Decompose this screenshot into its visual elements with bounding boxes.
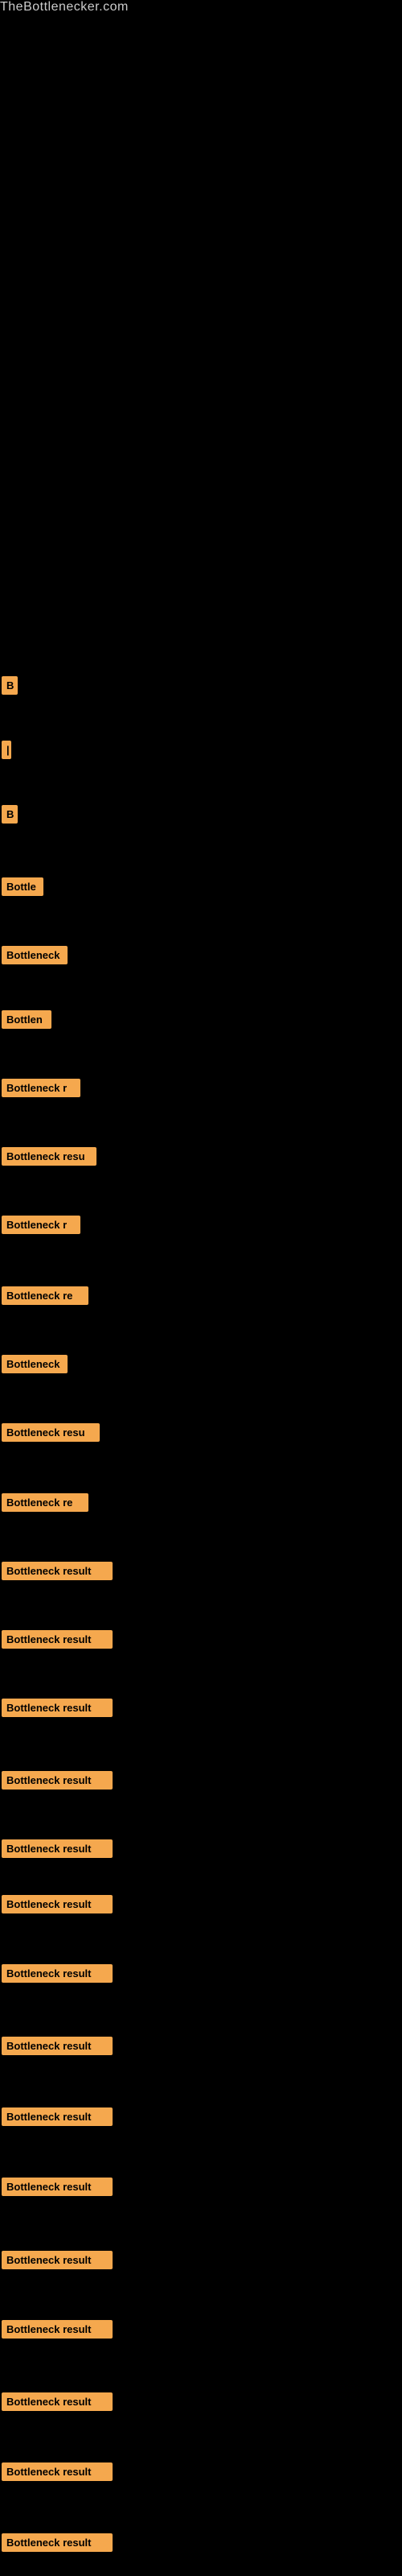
bottleneck-label-row-6: Bottlen [2, 1010, 51, 1033]
bottleneck-label-row-8: Bottleneck resu [2, 1147, 96, 1170]
bottleneck-label-7[interactable]: Bottleneck r [2, 1079, 80, 1097]
bottleneck-label-row-27: Bottleneck result [2, 2462, 113, 2485]
bottleneck-label-26[interactable]: Bottleneck result [2, 2392, 113, 2411]
bottleneck-label-18[interactable]: Bottleneck result [2, 1839, 113, 1858]
bottleneck-label-11[interactable]: Bottleneck [2, 1355, 68, 1373]
bottleneck-label-row-23: Bottleneck result [2, 2178, 113, 2200]
bottleneck-label-20[interactable]: Bottleneck result [2, 1964, 113, 1983]
bottleneck-label-row-14: Bottleneck result [2, 1562, 113, 1584]
bottleneck-label-row-28: Bottleneck result [2, 2533, 113, 2556]
bottleneck-label-5[interactable]: Bottleneck [2, 946, 68, 964]
bottleneck-label-16[interactable]: Bottleneck result [2, 1699, 113, 1717]
bottleneck-label-23[interactable]: Bottleneck result [2, 2178, 113, 2196]
bottleneck-label-row-17: Bottleneck result [2, 1771, 113, 1794]
bottleneck-label-row-22: Bottleneck result [2, 2107, 113, 2130]
bottleneck-label-19[interactable]: Bottleneck result [2, 1895, 113, 1913]
bottleneck-label-14[interactable]: Bottleneck result [2, 1562, 113, 1580]
bottleneck-label-row-24: Bottleneck result [2, 2251, 113, 2273]
bottleneck-label-row-2: | [2, 741, 11, 763]
bottleneck-label-15[interactable]: Bottleneck result [2, 1630, 113, 1649]
bottleneck-label-12[interactable]: Bottleneck resu [2, 1423, 100, 1442]
bottleneck-label-10[interactable]: Bottleneck re [2, 1286, 88, 1305]
bottleneck-label-row-10: Bottleneck re [2, 1286, 88, 1309]
bottleneck-label-row-4: Bottle [2, 877, 43, 900]
bottleneck-label-row-16: Bottleneck result [2, 1699, 113, 1721]
bottleneck-label-row-9: Bottleneck r [2, 1216, 80, 1238]
bottleneck-label-28[interactable]: Bottleneck result [2, 2533, 113, 2552]
bottleneck-label-row-25: Bottleneck result [2, 2320, 113, 2343]
bottleneck-label-row-11: Bottleneck [2, 1355, 68, 1377]
bottleneck-label-row-3: B [2, 805, 18, 828]
bottleneck-label-27[interactable]: Bottleneck result [2, 2462, 113, 2481]
bottleneck-label-row-20: Bottleneck result [2, 1964, 113, 1987]
bottleneck-label-row-18: Bottleneck result [2, 1839, 113, 1862]
bottleneck-label-25[interactable]: Bottleneck result [2, 2320, 113, 2339]
bottleneck-label-row-21: Bottleneck result [2, 2037, 113, 2059]
bottleneck-label-row-13: Bottleneck re [2, 1493, 88, 1516]
bottleneck-label-2[interactable]: | [2, 741, 11, 759]
bottleneck-label-row-26: Bottleneck result [2, 2392, 113, 2415]
bottleneck-label-1[interactable]: B [2, 676, 18, 695]
bottleneck-label-row-19: Bottleneck result [2, 1895, 113, 1918]
bottleneck-label-6[interactable]: Bottlen [2, 1010, 51, 1029]
bottleneck-label-3[interactable]: B [2, 805, 18, 824]
bottleneck-label-9[interactable]: Bottleneck r [2, 1216, 80, 1234]
bottleneck-label-row-1: B [2, 676, 18, 699]
bottleneck-label-row-12: Bottleneck resu [2, 1423, 100, 1446]
bottleneck-label-22[interactable]: Bottleneck result [2, 2107, 113, 2126]
bottleneck-label-row-5: Bottleneck [2, 946, 68, 968]
bottleneck-label-24[interactable]: Bottleneck result [2, 2251, 113, 2269]
bottleneck-label-8[interactable]: Bottleneck resu [2, 1147, 96, 1166]
bottleneck-label-21[interactable]: Bottleneck result [2, 2037, 113, 2055]
bottleneck-label-13[interactable]: Bottleneck re [2, 1493, 88, 1512]
bottleneck-label-row-15: Bottleneck result [2, 1630, 113, 1653]
bottleneck-label-4[interactable]: Bottle [2, 877, 43, 896]
bottleneck-label-17[interactable]: Bottleneck result [2, 1771, 113, 1790]
bottleneck-label-row-7: Bottleneck r [2, 1079, 80, 1101]
site-title: TheBottlenecker.com [0, 0, 129, 14]
